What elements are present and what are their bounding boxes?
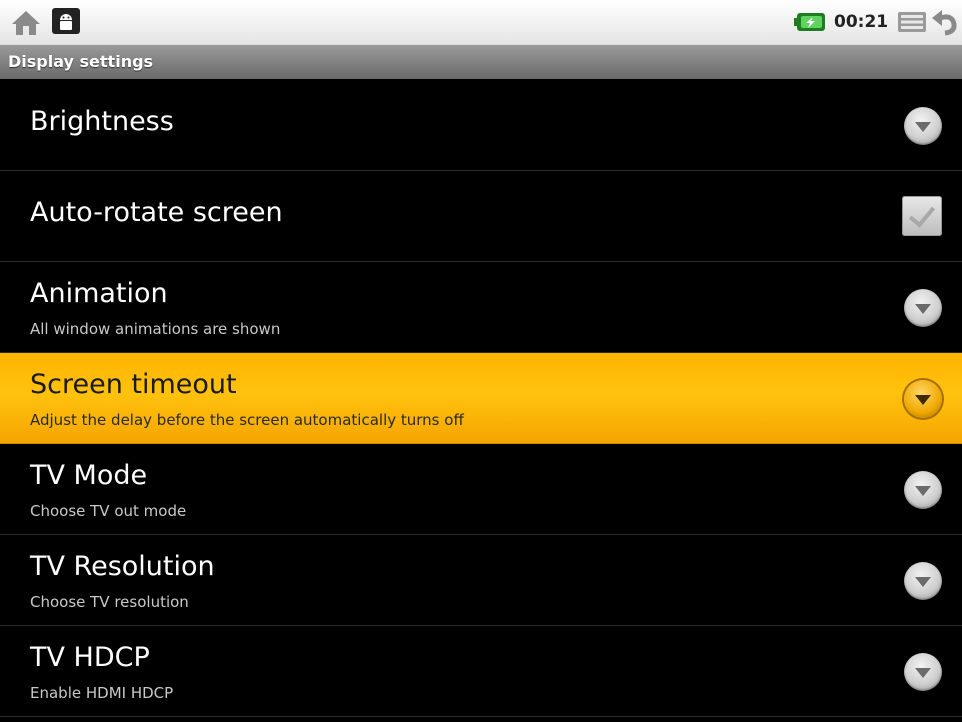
setting-summary: Choose TV out mode [30,502,187,520]
title-bar: Display settings [0,45,962,79]
setting-auto-rotate[interactable]: Auto-rotate screen [0,171,962,262]
setting-title: TV Resolution [30,551,215,582]
setting-animation[interactable]: Animation All window animations are show… [0,262,962,353]
setting-summary: Enable HDMI HDCP [30,684,174,702]
setting-tv-resolution[interactable]: TV Resolution Choose TV resolution [0,535,962,626]
setting-title: TV HDCP [30,642,150,673]
home-icon[interactable] [10,9,42,37]
setting-title: Screen timeout [30,369,237,400]
dropdown-arrow-icon[interactable] [904,471,942,509]
setting-summary: All window animations are shown [30,320,281,338]
dropdown-arrow-icon[interactable] [904,107,942,145]
setting-summary: Adjust the delay before the screen autom… [30,411,464,429]
page-title: Display settings [8,52,154,71]
settings-list: Brightness Auto-rotate screen Animation … [0,80,962,717]
battery-charging-icon [794,13,825,31]
setting-title: Auto-rotate screen [30,197,283,228]
back-icon[interactable] [930,8,962,36]
auto-rotate-checkbox[interactable] [902,196,942,236]
menu-icon[interactable] [896,10,928,34]
setting-title: Animation [30,278,168,309]
dropdown-arrow-icon[interactable] [904,380,942,418]
status-bar: 00:21 [0,0,962,45]
setting-tv-mode[interactable]: TV Mode Choose TV out mode [0,444,962,535]
setting-title: Brightness [30,106,174,137]
clock: 00:21 [834,12,889,32]
setting-screen-timeout[interactable]: Screen timeout Adjust the delay before t… [0,353,962,444]
dropdown-arrow-icon[interactable] [904,289,942,327]
setting-title: TV Mode [30,460,148,491]
dropdown-arrow-icon[interactable] [904,562,942,600]
setting-summary: Choose TV resolution [30,593,189,611]
setting-tv-hdcp[interactable]: TV HDCP Enable HDMI HDCP [0,626,962,717]
android-debug-icon [52,8,80,34]
setting-brightness[interactable]: Brightness [0,80,962,171]
dropdown-arrow-icon[interactable] [904,653,942,691]
